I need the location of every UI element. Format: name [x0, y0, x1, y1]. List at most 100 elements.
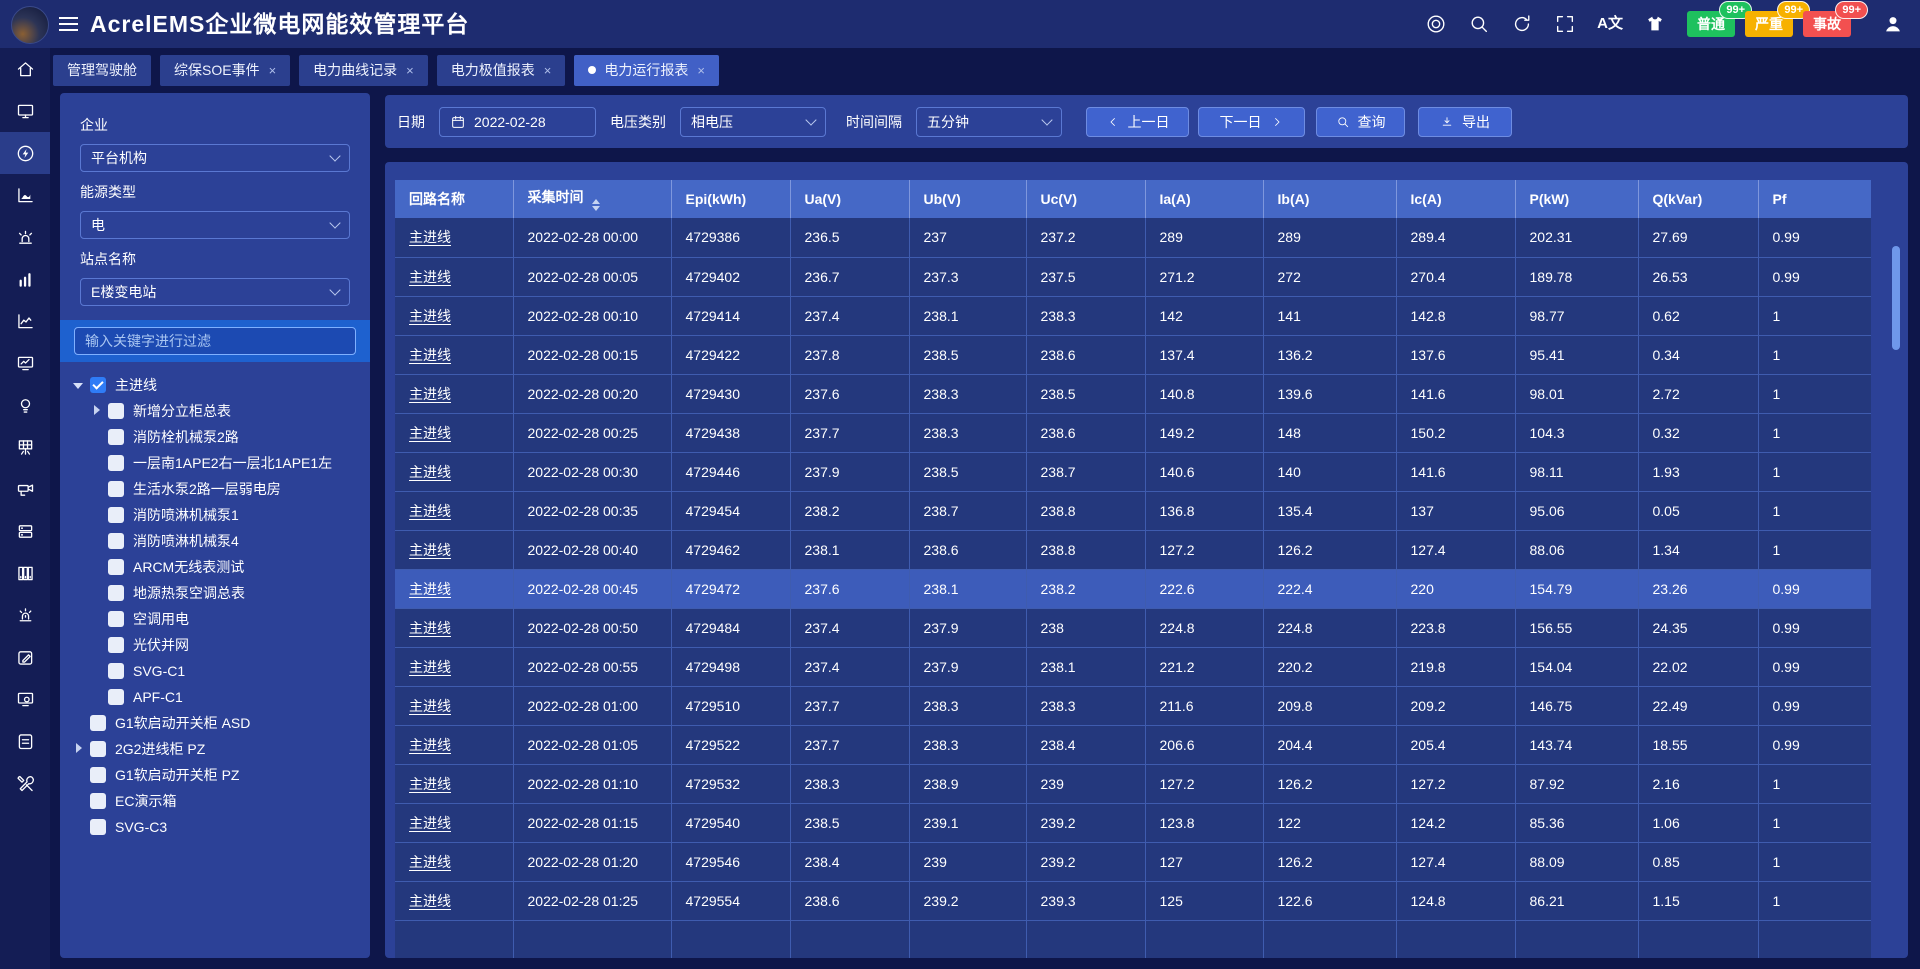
vertical-scrollbar-thumb[interactable]: [1892, 246, 1900, 350]
tree-checkbox[interactable]: [108, 663, 124, 679]
circuit-link-cell[interactable]: 主进线: [395, 881, 513, 920]
table-row[interactable]: 主进线2022-02-28 01:004729510237.7238.3238.…: [395, 686, 1871, 725]
table-row[interactable]: 主进线2022-02-28 01:104729532238.3238.92391…: [395, 764, 1871, 803]
tree-item[interactable]: 新增分立柜总表: [72, 398, 370, 424]
tree-item[interactable]: SVG-C3: [72, 814, 370, 840]
table-row[interactable]: 主进线2022-02-28 00:204729430237.6238.3238.…: [395, 374, 1871, 413]
export-button[interactable]: 导出: [1418, 107, 1512, 137]
tree-checkbox[interactable]: [108, 429, 124, 445]
avatar[interactable]: [11, 6, 49, 44]
circuit-link-cell[interactable]: 主进线: [395, 842, 513, 881]
tree-checkbox[interactable]: [108, 689, 124, 705]
rail-item-edit[interactable]: [0, 636, 50, 678]
table-row[interactable]: 主进线2022-02-28 00:004729386236.5237237.22…: [395, 218, 1871, 257]
tree-item[interactable]: 一层南1APE2右一层北1APE1左: [72, 450, 370, 476]
sort-icons[interactable]: [592, 199, 600, 211]
alarm-badge-事故[interactable]: 事故99+: [1803, 11, 1851, 37]
rail-item-trend-screen[interactable]: [0, 342, 50, 384]
tree-checkbox[interactable]: [108, 507, 124, 523]
circuit-link-cell[interactable]: 主进线: [395, 725, 513, 764]
rail-item-siren[interactable]: [0, 216, 50, 258]
circuit-link-cell[interactable]: 主进线: [395, 491, 513, 530]
rail-item-bar-chart[interactable]: [0, 258, 50, 300]
rail-item-home[interactable]: [0, 48, 50, 90]
circuit-link-cell[interactable]: 主进线: [395, 686, 513, 725]
energy-type-select[interactable]: 电: [80, 211, 350, 239]
tree-checkbox[interactable]: [108, 533, 124, 549]
tab-close-icon[interactable]: ×: [697, 63, 705, 78]
sort-asc-icon[interactable]: [592, 199, 600, 204]
tab-电力极值报表[interactable]: 电力极值报表×: [437, 55, 566, 86]
caret-down-icon[interactable]: [72, 378, 86, 392]
tree-item[interactable]: APF-C1: [72, 684, 370, 710]
circuit-link-cell[interactable]: 主进线: [395, 608, 513, 647]
tree-checkbox[interactable]: [108, 637, 124, 653]
rail-item-alarm-light[interactable]: [0, 594, 50, 636]
table-row[interactable]: 主进线2022-02-28 00:254729438237.7238.3238.…: [395, 413, 1871, 452]
table-row[interactable]: 主进线2022-02-28 00:054729402236.7237.3237.…: [395, 257, 1871, 296]
rail-item-energy[interactable]: [0, 132, 50, 174]
circuit-link-cell[interactable]: 主进线: [395, 452, 513, 491]
tree-item[interactable]: 消防栓机械泵2路: [72, 424, 370, 450]
date-picker[interactable]: 2022-02-28: [439, 107, 596, 137]
tree-checkbox[interactable]: [90, 819, 106, 835]
rail-item-document[interactable]: [0, 720, 50, 762]
circuit-link-cell[interactable]: 主进线: [395, 374, 513, 413]
tree-checkbox[interactable]: [108, 559, 124, 575]
next-day-button[interactable]: 下一日: [1198, 107, 1305, 137]
alarm-badge-普通[interactable]: 普通99+: [1687, 11, 1735, 37]
tab-管理驾驶舱[interactable]: 管理驾驶舱: [53, 55, 151, 86]
tree-item[interactable]: G1软启动开关柜 ASD: [72, 710, 370, 736]
caret-right-icon[interactable]: [90, 404, 104, 418]
voltage-type-select[interactable]: 相电压: [680, 107, 826, 137]
circuit-link-cell[interactable]: 主进线: [395, 257, 513, 296]
fullscreen-icon[interactable]: [1554, 13, 1576, 35]
table-row[interactable]: 主进线2022-02-28 00:454729472237.6238.1238.…: [395, 569, 1871, 608]
theme-icon[interactable]: [1644, 13, 1666, 35]
table-row[interactable]: 主进线2022-02-28 01:254729554238.6239.2239.…: [395, 881, 1871, 920]
circuit-link-cell[interactable]: 主进线: [395, 803, 513, 842]
table-row[interactable]: 主进线2022-02-28 00:304729446237.9238.5238.…: [395, 452, 1871, 491]
tab-close-icon[interactable]: ×: [544, 63, 552, 78]
tree-checkbox[interactable]: [90, 715, 106, 731]
search-icon[interactable]: [1468, 13, 1490, 35]
tab-close-icon[interactable]: ×: [269, 63, 277, 78]
table-row[interactable]: 主进线2022-02-28 00:104729414237.4238.1238.…: [395, 296, 1871, 335]
table-row[interactable]: 主进线2022-02-28 00:554729498237.4237.9238.…: [395, 647, 1871, 686]
rail-item-cctv[interactable]: [0, 468, 50, 510]
station-select[interactable]: E楼变电站: [80, 278, 350, 306]
query-button[interactable]: 查询: [1316, 107, 1405, 137]
tree-checkbox[interactable]: [90, 793, 106, 809]
user-icon[interactable]: [1882, 13, 1904, 35]
tree-item[interactable]: 主进线: [72, 372, 370, 398]
table-row[interactable]: 主进线2022-02-28 01:154729540238.5239.1239.…: [395, 803, 1871, 842]
rail-item-screen-gear[interactable]: [0, 678, 50, 720]
circuit-link-cell[interactable]: 主进线: [395, 296, 513, 335]
rail-item-solar-panel[interactable]: [0, 426, 50, 468]
sort-desc-icon[interactable]: [592, 206, 600, 211]
tree-checkbox[interactable]: [90, 741, 106, 757]
tree-item[interactable]: 消防喷淋机械泵1: [72, 502, 370, 528]
tree-checkbox[interactable]: [108, 611, 124, 627]
tree-item[interactable]: 光伏并网: [72, 632, 370, 658]
circuit-link-cell[interactable]: 主进线: [395, 218, 513, 257]
alarm-badge-严重[interactable]: 严重99+: [1745, 11, 1793, 37]
tab-电力曲线记录[interactable]: 电力曲线记录×: [299, 55, 428, 86]
rail-item-cabinet[interactable]: [0, 552, 50, 594]
tree-checkbox[interactable]: [90, 377, 106, 393]
circuit-link-cell[interactable]: 主进线: [395, 764, 513, 803]
table-row[interactable]: 主进线2022-02-28 00:354729454238.2238.7238.…: [395, 491, 1871, 530]
table-row[interactable]: 主进线2022-02-28 01:054729522237.7238.3238.…: [395, 725, 1871, 764]
translate-icon[interactable]: A文: [1597, 13, 1623, 35]
tree-item[interactable]: 生活水泵2路一层弱电房: [72, 476, 370, 502]
rail-item-tools[interactable]: [0, 762, 50, 804]
tree-search-input[interactable]: [74, 327, 356, 355]
circuit-link-cell[interactable]: 主进线: [395, 335, 513, 374]
prev-day-button[interactable]: 上一日: [1086, 107, 1189, 137]
interval-select[interactable]: 五分钟: [916, 107, 1062, 137]
tree-item[interactable]: SVG-C1: [72, 658, 370, 684]
tree-item[interactable]: EC演示箱: [72, 788, 370, 814]
menu-toggle-icon[interactable]: [59, 17, 78, 31]
circuit-link-cell[interactable]: 主进线: [395, 413, 513, 452]
rail-item-server[interactable]: [0, 510, 50, 552]
